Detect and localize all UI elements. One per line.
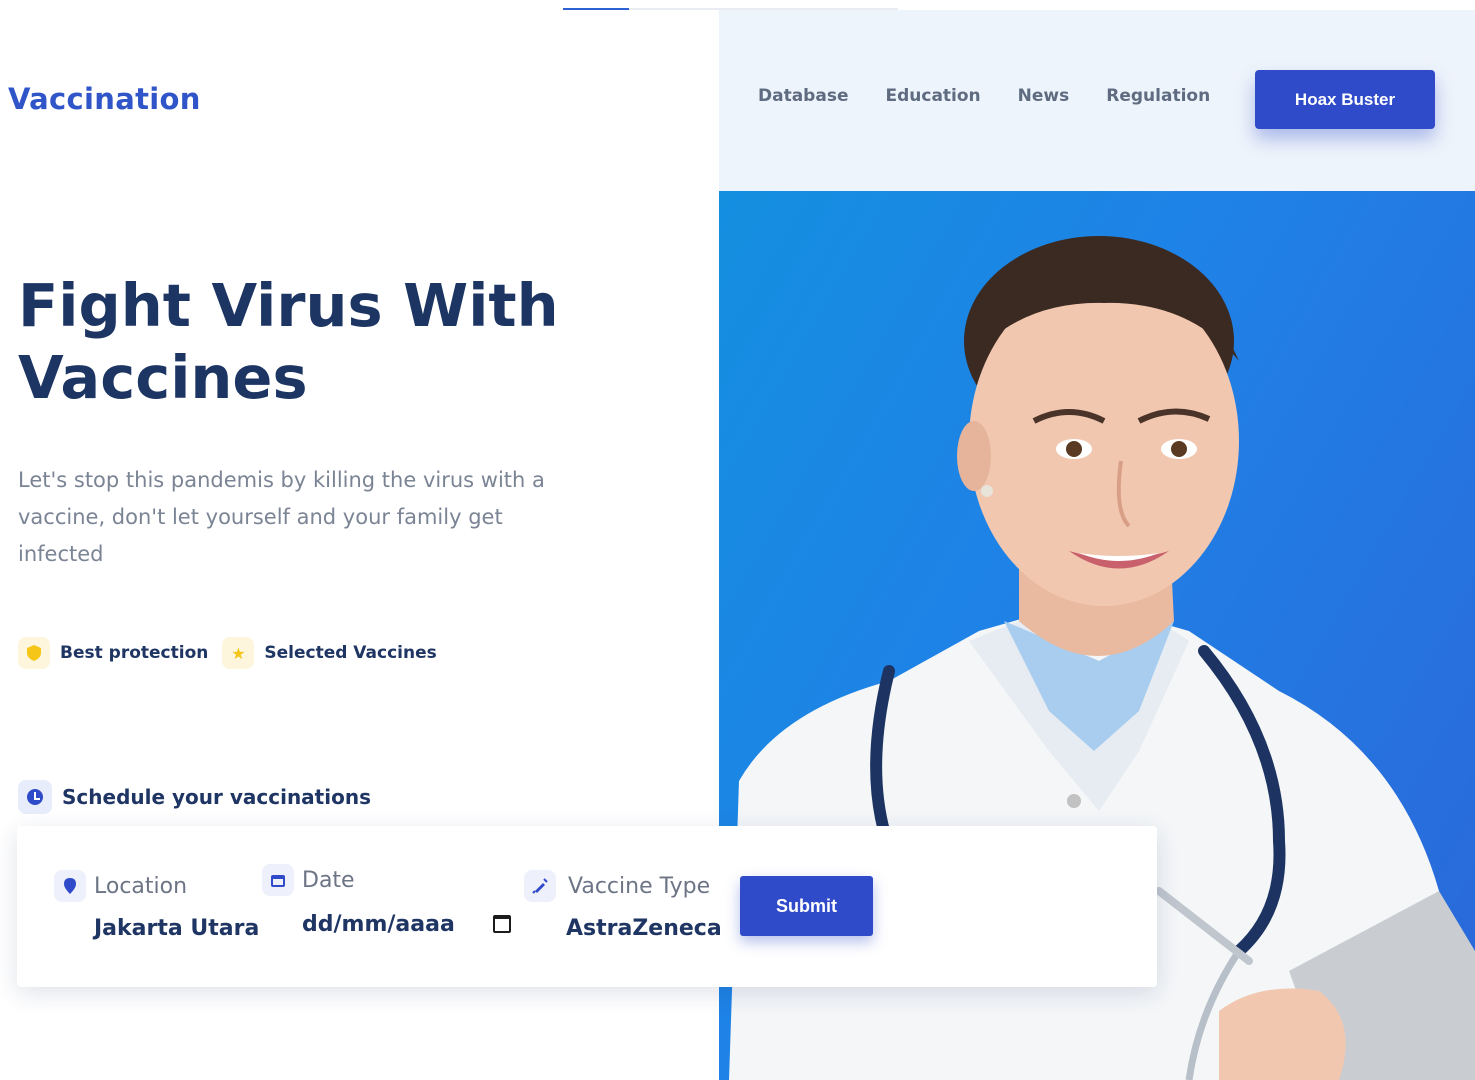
feature-best-protection: Best protection [18, 637, 208, 669]
brand-logo[interactable]: Vaccination [8, 82, 201, 116]
date-input[interactable]: dd/mm/aaaa [302, 912, 455, 937]
clock-icon [18, 780, 52, 814]
date-picker-icon[interactable] [493, 915, 511, 933]
submit-button[interactable]: Submit [740, 876, 873, 936]
calendar-icon [262, 864, 294, 896]
main-nav: Database Education News Regulation [758, 86, 1210, 106]
syringe-icon [524, 870, 556, 902]
hoax-buster-button[interactable]: Hoax Buster [1255, 70, 1435, 129]
hero-headline-line2: Vaccines [18, 343, 308, 412]
hero-headline: Fight Virus With Vaccines [18, 270, 578, 414]
schedule-form-card: Location Jakarta Utara Date dd/mm/aaaa V… [17, 826, 1157, 987]
hero-subtext: Let's stop this pandemis by killing the … [18, 468, 545, 566]
feature-selected-vaccines: ★ Selected Vaccines [222, 637, 437, 669]
shield-icon [18, 637, 50, 669]
nav-link-database[interactable]: Database [758, 86, 848, 106]
nav-link-education[interactable]: Education [885, 86, 980, 106]
feature-label: Best protection [60, 643, 209, 663]
location-label: Location [94, 874, 188, 899]
location-value[interactable]: Jakarta Utara [94, 916, 259, 941]
location-pin-icon [54, 870, 86, 902]
vaccine-type-value[interactable]: AstraZeneca [566, 916, 722, 941]
nav-link-regulation[interactable]: Regulation [1106, 86, 1210, 106]
hero-headline-line1: Fight Virus With [18, 271, 559, 340]
star-icon: ★ [222, 637, 255, 669]
top-scroll-indicator-active [563, 8, 629, 10]
vaccine-type-label: Vaccine Type [568, 874, 711, 899]
nav-link-news[interactable]: News [1018, 86, 1070, 106]
schedule-heading-label: Schedule your vaccinations [62, 785, 371, 809]
schedule-heading: Schedule your vaccinations [18, 780, 371, 814]
feature-label: Selected Vaccines [264, 643, 437, 663]
date-label: Date [302, 868, 355, 893]
feature-list: Best protection ★ Selected Vaccines [18, 637, 451, 669]
